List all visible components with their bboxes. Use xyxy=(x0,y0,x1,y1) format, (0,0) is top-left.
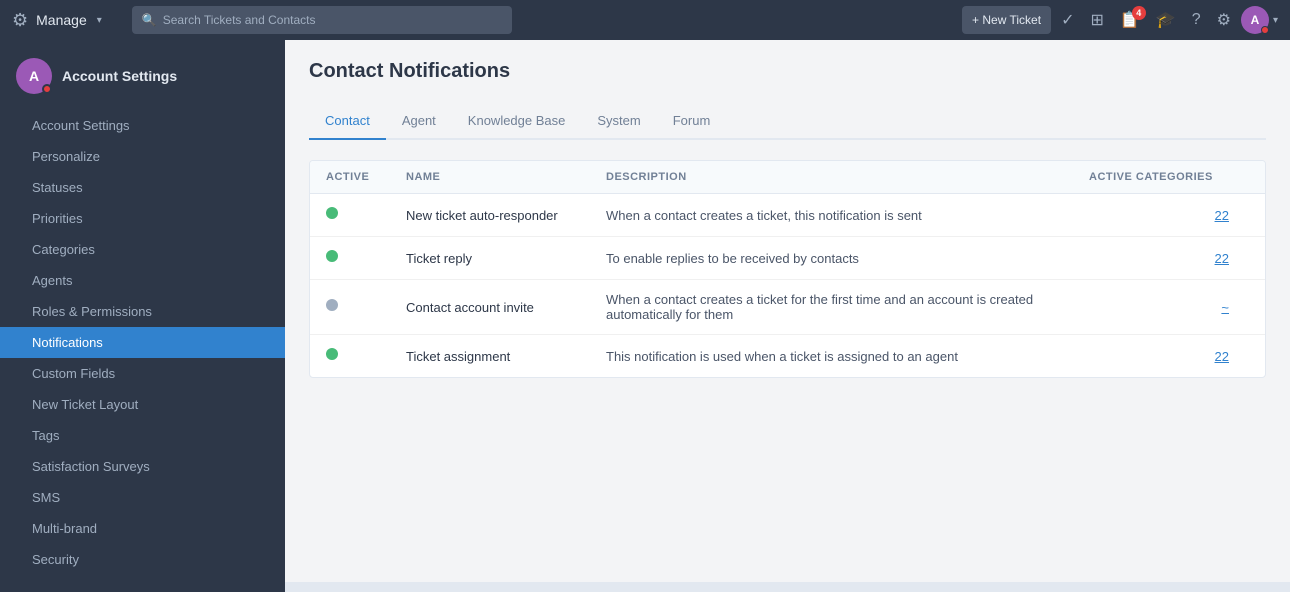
tab-forum[interactable]: Forum xyxy=(657,103,727,140)
sidebar: A Account Settings Account Settings Pers… xyxy=(0,40,285,592)
help-icon-button[interactable]: ? xyxy=(1186,7,1207,33)
gear-icon: ⚙ xyxy=(12,10,28,31)
sidebar-item-security[interactable]: Security xyxy=(0,544,285,575)
sidebar-item-roles-permissions[interactable]: Roles & Permissions xyxy=(0,296,285,327)
new-ticket-button[interactable]: + New Ticket xyxy=(962,6,1051,34)
tab-agent[interactable]: Agent xyxy=(386,103,452,140)
row-3-description: When a contact creates a ticket for the … xyxy=(606,292,1089,322)
row-4-description: This notification is used when a ticket … xyxy=(606,349,1089,364)
sidebar-item-statuses[interactable]: Statuses xyxy=(0,172,285,203)
avatar: A xyxy=(1241,6,1269,34)
sidebar-item-custom-fields[interactable]: Custom Fields xyxy=(0,358,285,389)
sidebar-item-priorities[interactable]: Priorities xyxy=(0,203,285,234)
checkmark-icon-button[interactable]: ✓ xyxy=(1055,6,1080,34)
graduation-icon-button[interactable]: 🎓 xyxy=(1150,6,1182,34)
settings-icon-button[interactable]: ⚙ xyxy=(1211,6,1237,34)
search-input[interactable] xyxy=(163,13,502,27)
row-4-name[interactable]: Ticket assignment xyxy=(406,349,606,364)
row-1-name[interactable]: New ticket auto-responder xyxy=(406,208,606,223)
row-2-count[interactable]: 22 xyxy=(1089,251,1249,266)
sidebar-avatar-row: A Account Settings xyxy=(0,50,285,110)
row-4-status xyxy=(326,347,406,365)
row-1-count[interactable]: 22 xyxy=(1089,208,1249,223)
status-dot-inactive xyxy=(326,299,338,311)
layout-icon-button[interactable]: ⊞ xyxy=(1084,6,1109,34)
topbar: ⚙ Manage ▾ 🔍 + New Ticket ✓ ⊞ 📋 4 🎓 ? ⚙ … xyxy=(0,0,1290,40)
table-row: Contact account invite When a contact cr… xyxy=(310,280,1265,335)
table-header: ACTIVE NAME DESCRIPTION ACTIVE CATEGORIE… xyxy=(310,161,1265,194)
th-active-categories: ACTIVE CATEGORIES xyxy=(1089,171,1249,183)
status-dot-active xyxy=(326,207,338,219)
user-avatar-button[interactable]: A ▾ xyxy=(1241,6,1278,34)
notifications-table: ACTIVE NAME DESCRIPTION ACTIVE CATEGORIE… xyxy=(309,160,1266,378)
th-description: DESCRIPTION xyxy=(606,171,1089,183)
row-2-name[interactable]: Ticket reply xyxy=(406,251,606,266)
app-logo: ⚙ Manage ▾ xyxy=(12,10,102,31)
th-name: NAME xyxy=(406,171,606,183)
notification-badge: 4 xyxy=(1132,6,1146,20)
row-4-count[interactable]: 22 xyxy=(1089,349,1249,364)
topbar-actions: + New Ticket ✓ ⊞ 📋 4 🎓 ? ⚙ A ▾ xyxy=(962,6,1278,34)
avatar-caret-icon: ▾ xyxy=(1273,15,1278,26)
avatar-status-dot xyxy=(1261,26,1269,34)
row-1-status xyxy=(326,206,406,224)
sidebar-account-label: Account Settings xyxy=(62,68,177,84)
sidebar-item-personalize[interactable]: Personalize xyxy=(0,141,285,172)
content-area: Contact Notifications Contact Agent Know… xyxy=(285,40,1290,592)
manage-caret-icon: ▾ xyxy=(97,15,102,26)
sidebar-avatar: A xyxy=(16,58,52,94)
row-2-status xyxy=(326,249,406,267)
sidebar-item-satisfaction-surveys[interactable]: Satisfaction Surveys xyxy=(0,451,285,482)
tabs: Contact Agent Knowledge Base System Foru… xyxy=(309,103,1266,140)
sidebar-item-tags[interactable]: Tags xyxy=(0,420,285,451)
sidebar-item-categories[interactable]: Categories xyxy=(0,234,285,265)
search-icon: 🔍 xyxy=(142,13,157,27)
sidebar-item-multi-brand[interactable]: Multi-brand xyxy=(0,513,285,544)
page-title: Contact Notifications xyxy=(309,60,1266,83)
main-wrapper: A Account Settings Account Settings Pers… xyxy=(0,40,1290,592)
sidebar-item-notifications[interactable]: Notifications xyxy=(0,327,285,358)
sidebar-avatar-dot xyxy=(42,84,52,94)
th-active: ACTIVE xyxy=(326,171,406,183)
horizontal-scrollbar[interactable] xyxy=(285,582,1290,592)
status-dot-active xyxy=(326,250,338,262)
table-row: Ticket assignment This notification is u… xyxy=(310,335,1265,377)
row-3-name[interactable]: Contact account invite xyxy=(406,300,606,315)
sidebar-item-sms[interactable]: SMS xyxy=(0,482,285,513)
tab-contact[interactable]: Contact xyxy=(309,103,386,140)
sidebar-item-account-settings[interactable]: Account Settings xyxy=(0,110,285,141)
row-3-count[interactable]: ~ xyxy=(1089,300,1249,315)
app-name: Manage xyxy=(36,12,87,28)
status-dot-active xyxy=(326,348,338,360)
row-3-status xyxy=(326,298,406,316)
sidebar-item-new-ticket-layout[interactable]: New Ticket Layout xyxy=(0,389,285,420)
tab-knowledge-base[interactable]: Knowledge Base xyxy=(452,103,582,140)
tab-system[interactable]: System xyxy=(581,103,656,140)
row-1-description: When a contact creates a ticket, this no… xyxy=(606,208,1089,223)
notifications-icon-button[interactable]: 📋 4 xyxy=(1114,6,1146,34)
search-bar[interactable]: 🔍 xyxy=(132,6,512,34)
row-2-description: To enable replies to be received by cont… xyxy=(606,251,1089,266)
sidebar-item-agents[interactable]: Agents xyxy=(0,265,285,296)
table-row: Ticket reply To enable replies to be rec… xyxy=(310,237,1265,280)
table-row: New ticket auto-responder When a contact… xyxy=(310,194,1265,237)
